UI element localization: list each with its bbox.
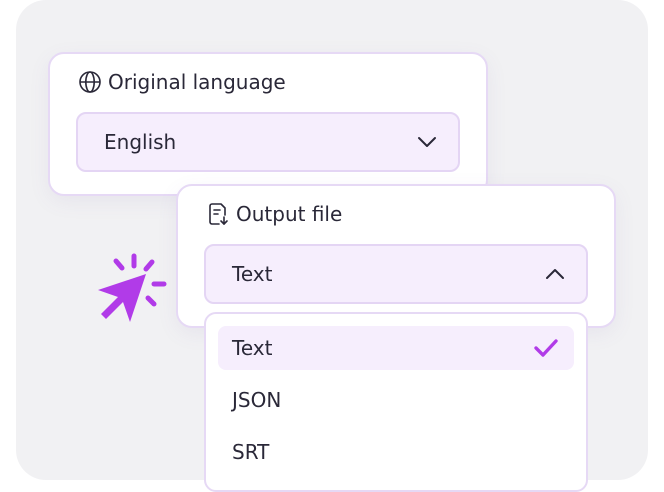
- option-label: Text: [232, 336, 273, 360]
- chevron-down-icon: [416, 131, 438, 153]
- output-file-dropdown: Text JSON SRT: [204, 312, 588, 492]
- original-language-card: Original language English: [48, 52, 488, 196]
- dropdown-option-json[interactable]: JSON: [218, 378, 574, 422]
- output-file-header: Output file: [206, 202, 342, 226]
- checkmark-icon: [532, 336, 560, 360]
- click-cursor-icon: [92, 252, 168, 328]
- output-file-label: Output file: [236, 202, 343, 226]
- language-select[interactable]: English: [76, 112, 460, 172]
- original-language-label: Original language: [108, 70, 286, 94]
- dropdown-option-text[interactable]: Text: [218, 326, 574, 370]
- file-export-icon: [206, 202, 230, 226]
- original-language-header: Original language: [78, 70, 286, 94]
- output-file-select[interactable]: Text: [204, 244, 588, 304]
- chevron-up-icon: [544, 263, 566, 285]
- globe-icon: [78, 70, 102, 94]
- output-file-select-value: Text: [232, 262, 273, 286]
- option-label: JSON: [232, 388, 282, 412]
- output-file-card: Output file Text: [176, 184, 616, 328]
- dropdown-option-srt[interactable]: SRT: [218, 430, 574, 474]
- option-label: SRT: [232, 440, 270, 464]
- language-select-value: English: [104, 130, 177, 154]
